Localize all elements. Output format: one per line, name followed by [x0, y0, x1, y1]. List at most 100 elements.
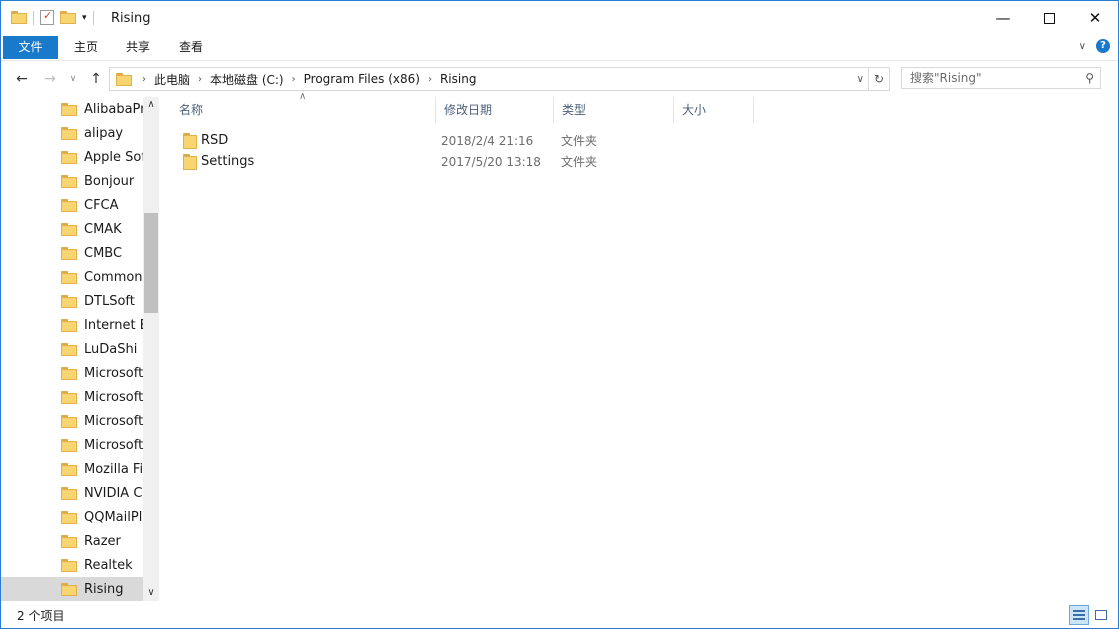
file-type: 文件夹 — [561, 134, 598, 148]
ribbon-controls: ∨ ? — [1079, 39, 1110, 53]
nav-tree-item-label: Mozilla Firefox — [84, 461, 143, 477]
status-bar: 2 个项目 — [1, 603, 1118, 627]
chevron-right-icon[interactable]: › — [428, 74, 432, 85]
nav-tree-item[interactable]: CMAK — [1, 217, 143, 241]
folder-icon — [61, 486, 77, 500]
refresh-button[interactable]: ↻ — [869, 67, 890, 91]
new-folder-icon[interactable] — [60, 11, 76, 24]
quick-access-toolbar: ✓ ▾ — [11, 10, 94, 25]
maximize-button[interactable] — [1026, 1, 1072, 35]
refresh-icon: ↻ — [873, 72, 885, 86]
nav-tree-item[interactable]: Internet Explorer — [1, 313, 143, 337]
close-icon: ✕ — [1088, 9, 1102, 27]
chevron-right-icon[interactable]: › — [292, 74, 296, 85]
nav-tree-item[interactable]: QQMailPlugin — [1, 505, 143, 529]
nav-tree-item-label: Rising — [84, 581, 124, 597]
nav-tree-item[interactable]: Bonjour — [1, 169, 143, 193]
tab-home[interactable]: 主页 — [65, 36, 107, 59]
nav-tree-item[interactable]: Apple Software — [1, 145, 143, 169]
chevron-right-icon[interactable]: › — [198, 74, 202, 85]
chevron-right-icon[interactable]: › — [142, 74, 146, 85]
tab-file[interactable]: 文件 — [3, 36, 58, 59]
scroll-up-icon[interactable]: ∧ — [143, 97, 159, 113]
file-row[interactable]: Settings 2017/5/20 13:18 文件夹 — [171, 151, 771, 172]
scrollbar-thumb[interactable] — [144, 213, 158, 313]
nav-tree-item[interactable]: Microsoft Analysis — [1, 361, 143, 385]
nav-tree-item[interactable]: DTLSoft — [1, 289, 143, 313]
forward-button[interactable]: → — [39, 67, 61, 91]
file-name: Settings — [201, 154, 255, 169]
chevron-down-icon: ∨ — [69, 74, 77, 84]
tab-share[interactable]: 共享 — [117, 36, 159, 59]
folder-icon — [61, 270, 77, 284]
nav-tree-item-label: Apple Software — [84, 149, 143, 165]
nav-tree-item[interactable]: CMBC — [1, 241, 143, 265]
maximize-icon — [1043, 12, 1055, 24]
nav-tree-item-label: Realtek — [84, 557, 133, 573]
file-list: ∧ 名称 修改日期 类型 大小 RSD 2018/2/4 21:16 文件夹 S… — [171, 91, 1101, 601]
search-icon[interactable]: ⚲ — [1085, 71, 1094, 85]
nav-tree-item-label: NVIDIA Corporation — [84, 485, 143, 501]
nav-tree-item[interactable]: Razer — [1, 529, 143, 553]
folder-icon — [11, 11, 27, 24]
nav-tree-item-label: alipay — [84, 125, 124, 141]
address-dropdown-icon[interactable]: ∨ — [857, 74, 864, 85]
column-header-name[interactable]: 名称 — [171, 97, 436, 123]
help-icon[interactable]: ? — [1096, 39, 1110, 53]
file-row[interactable]: RSD 2018/2/4 21:16 文件夹 — [171, 130, 771, 151]
nav-pane-scrollbar[interactable]: ∧ ∨ — [143, 97, 159, 601]
nav-tree-item[interactable]: Realtek — [1, 553, 143, 577]
nav-tree-item[interactable]: Mozilla Firefox — [1, 457, 143, 481]
folder-icon — [61, 294, 77, 308]
folder-icon — [61, 150, 77, 164]
folder-icon — [61, 534, 77, 548]
large-icons-view-icon — [1095, 610, 1107, 620]
details-view-button[interactable] — [1069, 605, 1089, 625]
breadcrumb-program-files[interactable]: Program Files (x86) — [304, 72, 420, 86]
breadcrumb-local-disk[interactable]: 本地磁盘 (C:) — [210, 71, 284, 88]
details-view-icon — [1073, 610, 1085, 620]
nav-tree-item[interactable]: LuDaShi — [1, 337, 143, 361]
nav-tree-item-selected[interactable]: Rising — [1, 577, 143, 601]
column-header-modified[interactable]: 修改日期 — [436, 97, 554, 123]
nav-tree-item[interactable]: alipay — [1, 121, 143, 145]
window-controls: — ✕ — [980, 1, 1118, 35]
nav-tree-item-label: CMAK — [84, 221, 122, 237]
breadcrumb-rising[interactable]: Rising — [440, 72, 476, 86]
tab-view[interactable]: 查看 — [170, 36, 212, 59]
nav-tree-item[interactable]: CFCA — [1, 193, 143, 217]
breadcrumb-this-pc[interactable]: 此电脑 — [154, 71, 190, 88]
column-header-type[interactable]: 类型 — [554, 97, 674, 123]
column-header-size[interactable]: 大小 — [674, 97, 754, 123]
nav-tree-item[interactable]: Microsoft Office — [1, 385, 143, 409]
scroll-down-icon[interactable]: ∨ — [143, 585, 159, 601]
nav-tree-item[interactable]: AlibabaProtect — [1, 97, 143, 121]
folder-icon — [61, 174, 77, 188]
arrow-up-icon: ↑ — [90, 71, 102, 87]
back-button[interactable]: ← — [11, 67, 33, 91]
nav-tree-item-label: DTLSoft — [84, 293, 135, 309]
nav-tree-item[interactable]: Microsoft.NET — [1, 433, 143, 457]
up-button[interactable]: ↑ — [85, 67, 107, 91]
nav-tree-item-label: LuDaShi — [84, 341, 138, 357]
nav-tree-item-label: Microsoft.NET — [84, 437, 143, 453]
address-bar[interactable]: › 此电脑 › 本地磁盘 (C:) › Program Files (x86) … — [109, 67, 869, 91]
nav-tree-item-label: Common Files — [84, 269, 143, 285]
navigation-pane: AlibabaProtect alipay Apple Software Bon… — [1, 97, 159, 601]
expand-ribbon-icon[interactable]: ∨ — [1079, 41, 1086, 52]
customize-toolbar-icon[interactable]: ▾ — [82, 13, 87, 23]
nav-tree-item-label: QQMailPlugin — [84, 509, 143, 525]
nav-tree-item[interactable]: Common Files — [1, 265, 143, 289]
nav-tree-item-label: AlibabaProtect — [84, 101, 143, 117]
minimize-button[interactable]: — — [980, 1, 1026, 35]
nav-tree-item[interactable]: Microsoft SQL — [1, 409, 143, 433]
large-icons-view-button[interactable] — [1091, 605, 1111, 625]
search-box[interactable]: ⚲ — [901, 67, 1101, 89]
properties-icon[interactable]: ✓ — [40, 10, 54, 25]
close-button[interactable]: ✕ — [1072, 1, 1118, 35]
recent-locations-button[interactable]: ∨ — [65, 67, 81, 91]
search-input[interactable] — [902, 68, 1088, 88]
folder-icon — [61, 582, 77, 596]
nav-tree-item[interactable]: NVIDIA Corporation — [1, 481, 143, 505]
nav-tree-item-label: Microsoft Office — [84, 389, 143, 405]
